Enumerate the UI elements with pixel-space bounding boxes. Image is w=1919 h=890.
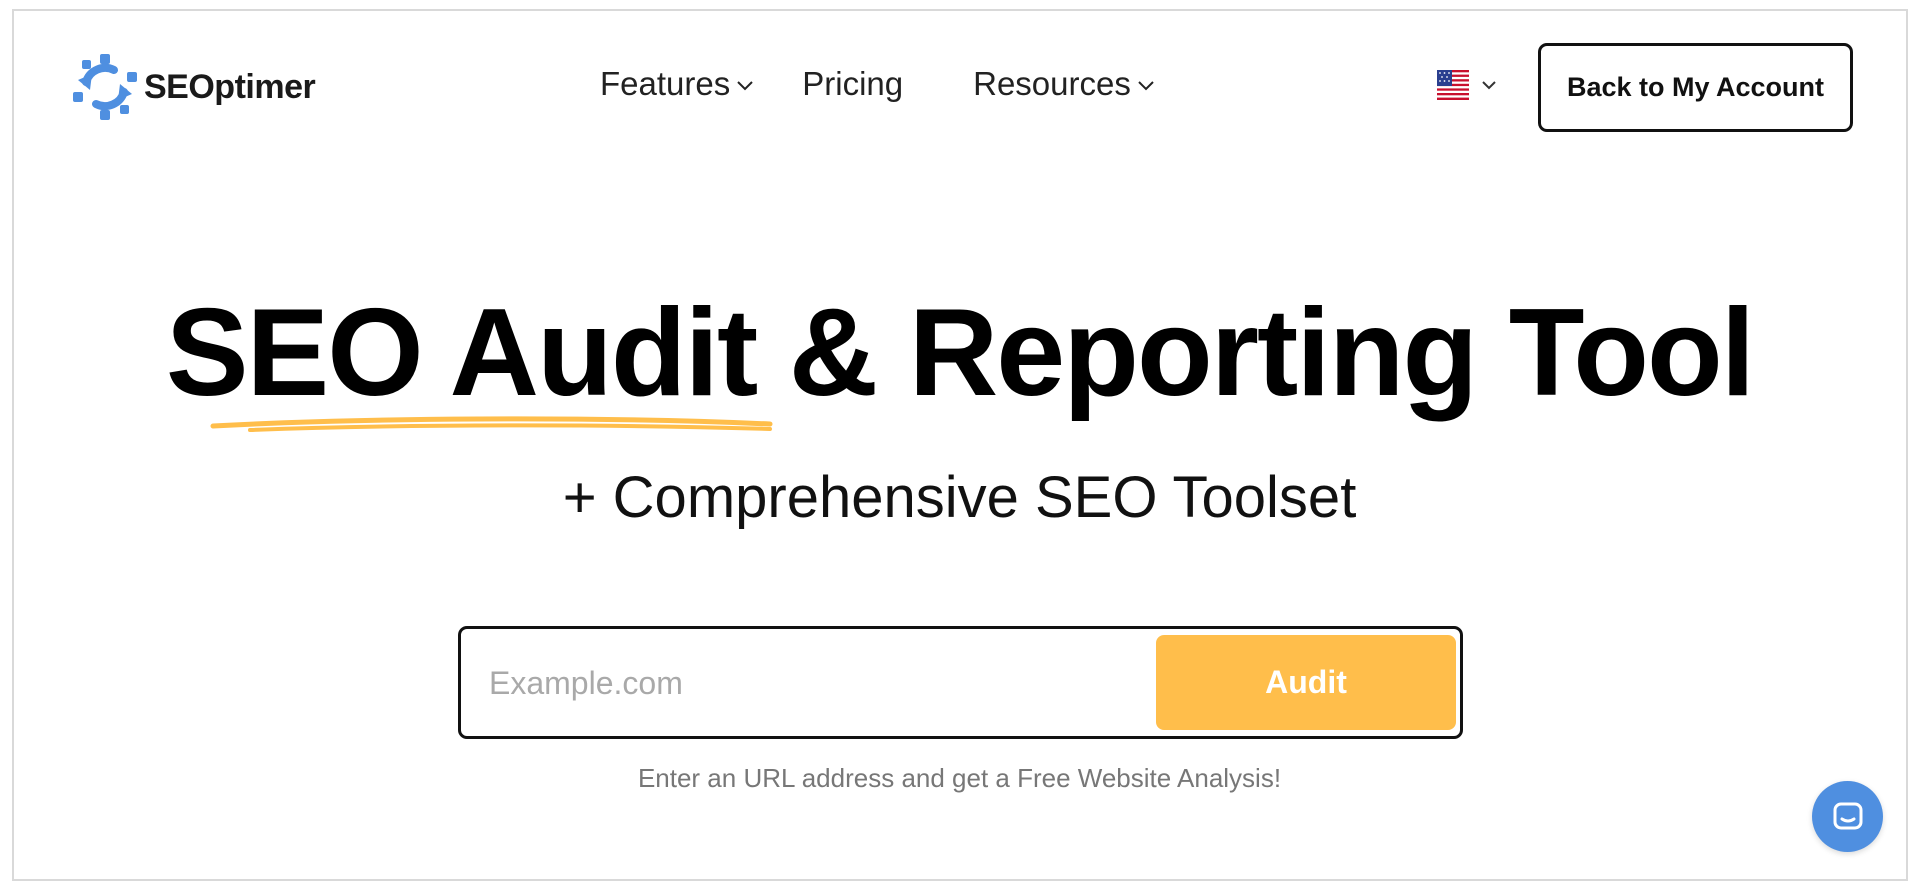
nav-resources-label: Resources: [973, 65, 1131, 102]
hint-text: Enter an URL address and get a Free Webs…: [637, 763, 1282, 793]
chat-launcher[interactable]: [1812, 781, 1883, 852]
audit-form: Audit: [458, 626, 1463, 739]
logo-text: SEOptimer: [144, 67, 316, 106]
us-flag-icon: [1437, 70, 1469, 100]
gear-arrows-icon: [73, 54, 137, 120]
logo[interactable]: SEOptimer: [70, 52, 316, 122]
nav-features[interactable]: Features: [600, 65, 754, 103]
nav-features-label: Features: [600, 65, 731, 102]
nav-pricing-label: Pricing: [802, 65, 904, 102]
nav-resources[interactable]: Resources: [973, 65, 1155, 103]
chevron-down-icon: [1138, 81, 1154, 91]
main-nav: Features Pricing Resources: [600, 65, 1155, 103]
nav-pricing[interactable]: Pricing: [802, 65, 903, 103]
url-input[interactable]: [489, 655, 1129, 711]
hero-subtitle: + Comprehensive SEO Toolset: [562, 465, 1357, 530]
hero-title: SEO Audit & Reporting Tool: [165, 284, 1755, 422]
chevron-down-icon: [737, 81, 753, 91]
language-selector[interactable]: [1437, 70, 1497, 100]
audit-button[interactable]: Audit: [1156, 635, 1456, 730]
chat-icon: [1833, 802, 1862, 829]
chevron-down-icon: [1482, 80, 1496, 89]
highlight-underline: [210, 416, 773, 432]
page-frame: [12, 9, 1908, 881]
back-to-account-button[interactable]: Back to My Account: [1538, 43, 1853, 132]
